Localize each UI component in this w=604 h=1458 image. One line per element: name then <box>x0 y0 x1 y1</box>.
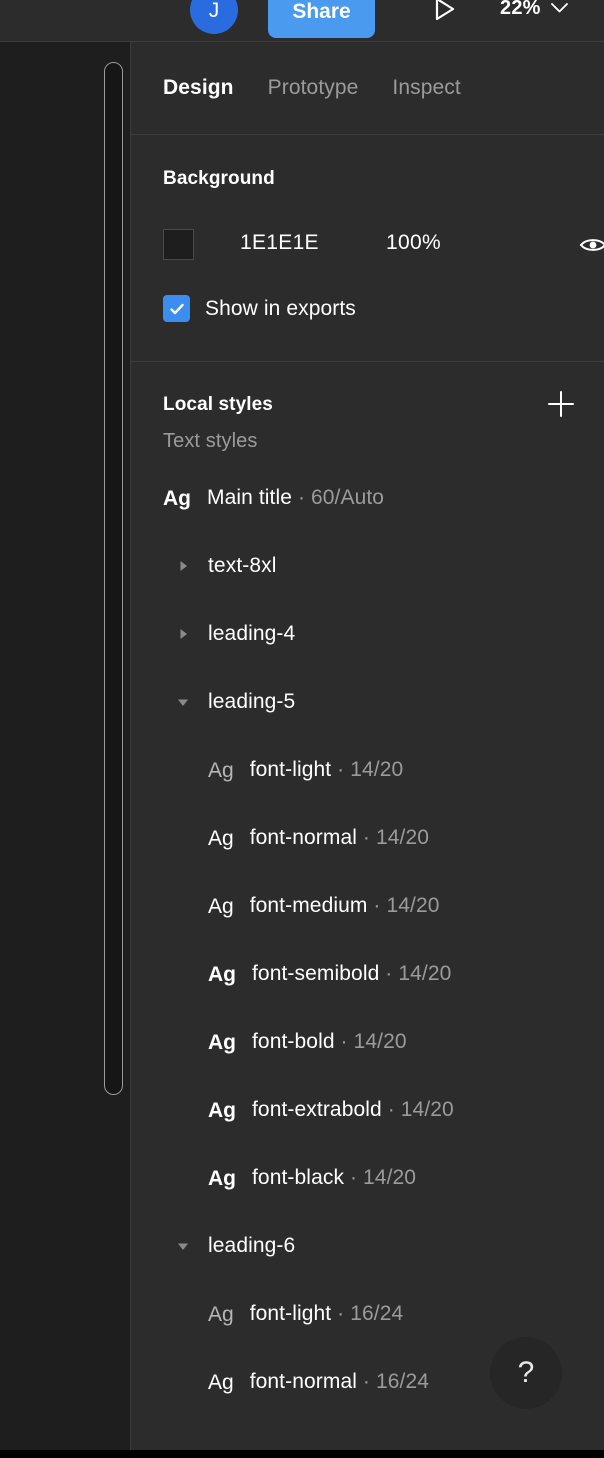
style-name: Main title <box>207 486 293 509</box>
chevron-right-icon <box>180 561 187 571</box>
style-preview-ag: Ag <box>208 1030 236 1054</box>
background-opacity-input[interactable]: 100% <box>386 231 441 255</box>
style-name: font-medium <box>249 894 368 917</box>
canvas-rounded-rectangle[interactable] <box>104 62 123 1095</box>
style-row[interactable]: Ag font-black · 14/20 <box>131 1158 604 1198</box>
style-name: font-normal <box>249 826 357 849</box>
canvas-area[interactable] <box>0 42 130 1450</box>
show-in-exports-row[interactable]: Show in exports <box>163 295 356 322</box>
style-row[interactable]: Ag font-medium · 14/20 <box>131 886 604 926</box>
style-name: font-normal <box>249 1370 357 1393</box>
style-preview-ag: Ag <box>208 894 234 918</box>
style-group-label: leading-6 <box>208 1234 296 1257</box>
text-styles-label: Text styles <box>163 430 258 452</box>
style-preview-ag: Ag <box>208 1302 234 1326</box>
style-group-label: leading-5 <box>208 690 296 713</box>
zoom-level-label: 22% <box>500 0 541 19</box>
style-name: font-extrabold <box>252 1098 382 1121</box>
present-button[interactable] <box>428 0 462 26</box>
style-group-label: text-8xl <box>208 554 277 577</box>
style-row[interactable]: Ag font-semibold · 14/20 <box>131 954 604 994</box>
style-group-row[interactable]: leading-5 <box>131 682 604 722</box>
style-preview-ag: Ag <box>208 1098 236 1122</box>
add-style-button[interactable] <box>545 388 577 420</box>
show-in-exports-label: Show in exports <box>205 296 356 320</box>
style-meta: · 14/20 <box>331 758 404 781</box>
background-fill-row: 1E1E1E 100% <box>163 229 604 261</box>
background-visibility-toggle[interactable] <box>578 232 604 258</box>
chevron-right-icon <box>180 629 187 639</box>
style-row[interactable]: Ag font-bold · 14/20 <box>131 1022 604 1062</box>
eye-icon <box>579 239 604 251</box>
style-row[interactable]: Ag font-normal · 14/20 <box>131 818 604 858</box>
style-preview-ag: Ag <box>208 1370 234 1394</box>
style-preview-ag: Ag <box>163 486 191 510</box>
right-properties-panel: Design Prototype Inspect Background 1E1E… <box>130 42 604 1450</box>
style-row[interactable]: Ag Main title · 60/Auto <box>131 478 604 518</box>
top-toolbar: J Share 22% <box>0 0 604 42</box>
style-meta: · 14/20 <box>357 826 430 849</box>
style-meta: · 60/Auto <box>292 486 385 509</box>
style-name: font-black <box>252 1166 345 1189</box>
style-meta: · 14/20 <box>344 1166 417 1189</box>
style-group-label: leading-4 <box>208 622 296 645</box>
style-row[interactable]: Ag font-light · 16/24 <box>131 1294 604 1334</box>
background-section: Background 1E1E1E 100% Show in exports <box>131 135 604 362</box>
chevron-down-icon <box>550 3 568 13</box>
share-button-label: Share <box>292 0 351 23</box>
share-button[interactable]: Share <box>268 0 375 38</box>
style-meta: · 14/20 <box>379 962 452 985</box>
background-section-title: Background <box>163 168 275 189</box>
check-icon <box>169 303 184 314</box>
style-name: font-bold <box>252 1030 335 1053</box>
style-name: font-light <box>249 758 332 781</box>
figma-window: J Share 22% Design Prototype Inspect Bac… <box>0 0 604 1458</box>
style-group-row[interactable]: leading-4 <box>131 614 604 654</box>
style-preview-ag: Ag <box>208 962 236 986</box>
tab-prototype[interactable]: Prototype <box>268 76 359 100</box>
plus-icon <box>548 391 574 417</box>
style-preview-ag: Ag <box>208 1166 236 1190</box>
style-meta: · 16/24 <box>357 1370 430 1393</box>
text-styles-list: Ag Main title · 60/Auto text-8xl leading-4 l… <box>131 458 604 1430</box>
tab-design[interactable]: Design <box>163 76 234 100</box>
style-meta: · 16/24 <box>331 1302 404 1325</box>
avatar[interactable]: J <box>190 0 238 34</box>
local-styles-header: Local styles Text styles <box>131 362 604 458</box>
style-meta: · 14/20 <box>334 1030 407 1053</box>
style-preview-ag: Ag <box>208 826 234 850</box>
style-row[interactable]: Ag font-light · 14/20 <box>131 750 604 790</box>
style-row[interactable]: Ag font-extrabold · 14/20 <box>131 1090 604 1130</box>
avatar-initial: J <box>208 0 220 22</box>
tab-inspect[interactable]: Inspect <box>392 76 460 100</box>
style-meta: · 14/20 <box>367 894 440 917</box>
help-button[interactable]: ? <box>490 1337 562 1409</box>
style-group-row[interactable]: text-8xl <box>131 546 604 586</box>
help-button-label: ? <box>517 1356 535 1389</box>
background-hex-input[interactable]: 1E1E1E <box>240 231 319 255</box>
panel-tabs: Design Prototype Inspect <box>131 42 604 135</box>
local-styles-title: Local styles <box>163 394 273 415</box>
background-color-swatch[interactable] <box>163 229 194 260</box>
style-group-row[interactable]: leading-6 <box>131 1226 604 1266</box>
chevron-down-icon <box>178 699 188 706</box>
style-name: font-light <box>249 1302 332 1325</box>
zoom-control[interactable]: 22% <box>500 0 569 26</box>
show-in-exports-checkbox[interactable] <box>163 295 190 322</box>
bottom-edge-strip <box>0 1450 604 1458</box>
chevron-down-icon <box>178 1243 188 1250</box>
play-triangle-icon <box>435 0 455 21</box>
style-preview-ag: Ag <box>208 758 234 782</box>
style-name: font-semibold <box>252 962 380 985</box>
style-meta: · 14/20 <box>381 1098 454 1121</box>
